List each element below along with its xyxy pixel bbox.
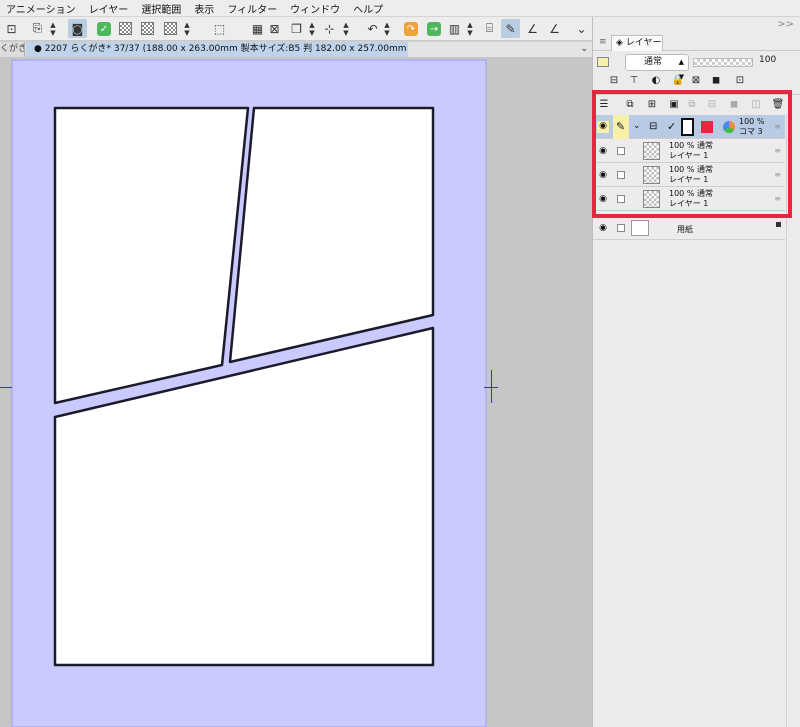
chevron-down-icon[interactable]: ⌄ — [572, 19, 591, 38]
frame-icon[interactable]: ▥ — [445, 19, 464, 38]
active-document-tab[interactable]: ● 2207 らくがき* 37/37 (188.00 x 263.00mm 製本… — [26, 42, 408, 57]
highlight-box — [592, 90, 792, 218]
menu-window[interactable]: ウィンドウ — [290, 1, 340, 16]
expand-arrows-icon[interactable]: ▲ ▼ — [342, 21, 350, 37]
layer-tools-row: ⊟ ⊤ ◐ 🔒 ⊠ ◼ ⊡ — [593, 74, 800, 90]
paper-color-icon — [776, 222, 781, 227]
panel-tabs: ≡ ◈ レイヤー — [593, 35, 800, 51]
document-tab-strip: くがき ● 2207 らくがき* 37/37 (188.00 x 263.00m… — [0, 42, 592, 57]
opacity-slider[interactable] — [693, 58, 753, 67]
marquee-icon[interactable]: ⬚ — [210, 19, 229, 38]
menu-help[interactable]: ヘルプ — [353, 1, 383, 16]
collapse-panel-icon[interactable]: >> — [777, 19, 794, 30]
opacity-value[interactable]: 100 — [759, 55, 776, 65]
menu-filter[interactable]: フィルター — [227, 1, 277, 16]
layers-icon: ◈ — [616, 38, 626, 48]
canvas-area[interactable] — [0, 57, 592, 727]
menu-view[interactable]: 表示 — [194, 1, 214, 16]
paper-thumb — [631, 220, 649, 236]
tab-layer[interactable]: ◈ レイヤー — [611, 35, 663, 51]
paper-layer-row[interactable]: ◉ 用紙 — [593, 218, 785, 240]
menu-selection[interactable]: 選択範囲 — [141, 1, 181, 16]
menu-animation[interactable]: アニメーション — [6, 1, 76, 16]
copy-icon[interactable]: ❐ — [287, 19, 306, 38]
blend-mode-select[interactable]: 通常 ▲ ▼ — [625, 54, 689, 81]
ruler-icon[interactable]: ∠ — [523, 19, 542, 38]
transparency-grid-icon[interactable] — [138, 19, 157, 38]
manuscript-svg — [11, 59, 487, 727]
ruler-alt-icon[interactable]: ∠ — [545, 19, 564, 38]
redo-icon[interactable]: ↷ — [404, 22, 418, 36]
lock-transparent-icon[interactable]: ⊠ — [689, 74, 703, 88]
crop-icon[interactable]: ⊠ — [265, 19, 284, 38]
transform-icon[interactable]: ⊹ — [320, 19, 339, 38]
export-icon[interactable]: ⎘ — [28, 19, 47, 38]
menu-bar: アニメーション レイヤー 選択範囲 表示 フィルター ウィンドウ ヘルプ — [0, 0, 800, 17]
scan-icon[interactable]: ⌸ — [480, 19, 499, 38]
layer-checkbox[interactable] — [617, 224, 625, 232]
pen-tool-icon[interactable]: ✎ — [501, 19, 520, 38]
previous-document-tab[interactable]: くがき — [0, 42, 25, 57]
eye-icon[interactable]: ◉ — [597, 223, 609, 235]
panel-frame-top-left[interactable] — [53, 106, 250, 405]
draft-icon[interactable]: ◐ — [649, 74, 663, 88]
expand-arrows-icon[interactable]: ▲ ▼ — [466, 21, 474, 37]
selection-launcher-icon[interactable]: ✓ — [97, 22, 111, 36]
expand-arrows-icon[interactable]: ▲ ▼ — [183, 21, 191, 37]
reference-icon[interactable]: ⊤ — [627, 74, 641, 88]
transparency-icon[interactable] — [116, 19, 135, 38]
transparency-alt-icon[interactable] — [161, 19, 180, 38]
tab-layer-label: レイヤー — [625, 38, 662, 48]
layer-color-swatch[interactable] — [597, 57, 609, 67]
clip-icon[interactable]: ⊟ — [607, 74, 621, 88]
fit-canvas-icon[interactable]: ⊡ — [2, 19, 21, 38]
command-bar: ⊡ ⎘ ▲ ▼ ◙ ✓ ▲ ▼ ⬚ ▦ ⊠ ❐ ▲ ▼ ⊹ ▲ ▼ ↶ ▲ ▼ ↷ → ▥… — [0, 17, 600, 41]
blend-mode-value: 通常 — [644, 57, 663, 67]
expand-arrows-icon[interactable]: ▲ ▼ — [308, 21, 316, 37]
snap-icon[interactable]: ◙ — [68, 19, 87, 38]
forward-icon[interactable]: → — [427, 22, 441, 36]
ruler-layer-icon[interactable]: ⊡ — [733, 74, 747, 88]
undo-icon[interactable]: ↶ — [363, 19, 382, 38]
panel-menu-icon[interactable]: ≡ — [599, 37, 607, 47]
crop-guide-left — [0, 387, 12, 388]
paper-layer-name: 用紙 — [677, 225, 693, 234]
lock-icon[interactable]: 🔒 — [671, 74, 685, 88]
expand-arrows-icon[interactable]: ▲ ▼ — [49, 21, 57, 37]
crop-guide-right-vertical — [491, 370, 492, 403]
chevron-down-icon[interactable]: ⌄ — [580, 42, 588, 57]
menu-layer[interactable]: レイヤー — [89, 1, 129, 16]
expand-arrows-icon[interactable]: ▲ ▼ — [383, 21, 391, 37]
layer-property-row: 通常 ▲ ▼ 100 — [593, 52, 800, 81]
mask-icon[interactable]: ◼ — [709, 74, 723, 88]
